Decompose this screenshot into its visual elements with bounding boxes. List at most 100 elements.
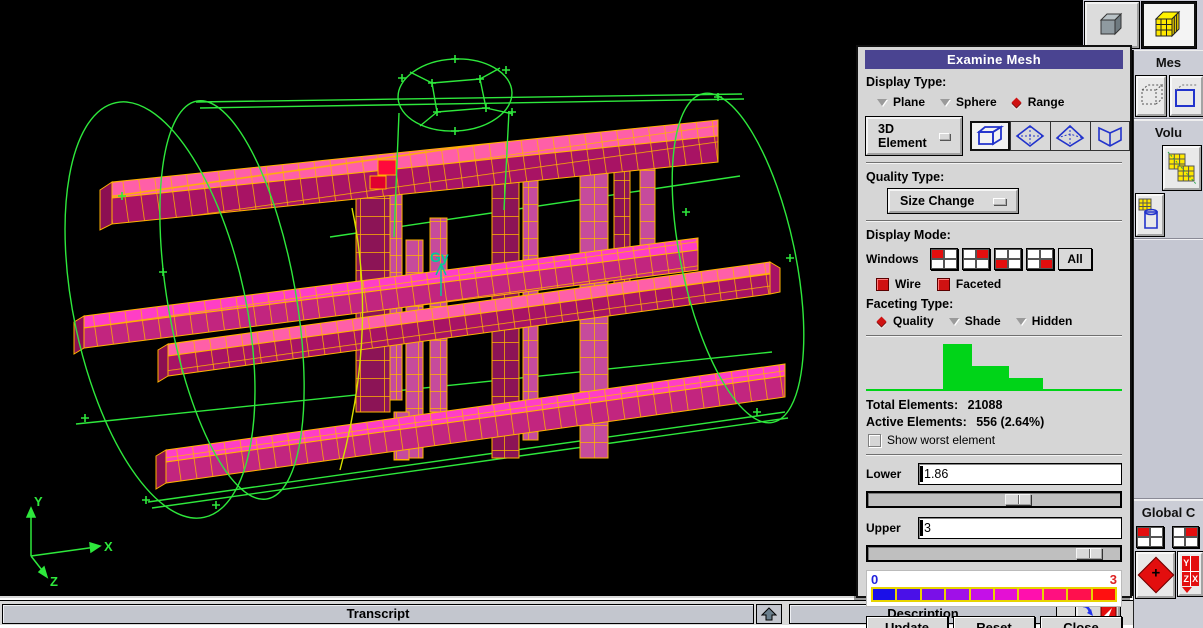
lower-value: 1.86 <box>924 467 948 481</box>
display-type-options: Plane Sphere Range <box>876 95 1122 109</box>
element-shape-buttons <box>970 121 1130 151</box>
quality-type-menu[interactable]: Size Change <box>888 189 1018 213</box>
quality-type-value: Size Change <box>900 194 974 208</box>
upper-slider[interactable] <box>866 545 1122 562</box>
colorbar-segment <box>1068 589 1092 600</box>
mesh-cube-button[interactable] <box>1142 2 1196 48</box>
window-quadrant-button-bl[interactable] <box>994 248 1022 270</box>
close-button[interactable]: Close <box>1040 616 1122 628</box>
text-cursor <box>920 466 923 482</box>
quadrant-cell <box>963 249 976 259</box>
wedge-element-button[interactable] <box>1090 121 1130 151</box>
quadrant-cell <box>1008 249 1021 259</box>
plane-radio-label[interactable]: Plane <box>893 95 925 109</box>
display-mode-label: Display Mode: <box>866 228 1122 242</box>
range-radio[interactable] <box>1011 97 1022 108</box>
window-quadrant-button-tl[interactable] <box>1136 526 1164 548</box>
range-radio-label[interactable]: Range <box>1028 95 1065 109</box>
transcript-header[interactable]: Transcript <box>2 604 754 624</box>
geometry-cube-button[interactable] <box>1085 2 1139 48</box>
axis-x-label: X <box>104 539 113 554</box>
axis-triad: Y X Z <box>27 494 113 589</box>
histogram-bar <box>1009 378 1042 390</box>
upper-slider-handle[interactable] <box>1076 548 1102 559</box>
quadrant-cell <box>1150 537 1163 547</box>
quadrant-cell <box>1040 259 1053 269</box>
faceted-checkbox-label[interactable]: Faceted <box>956 277 1001 291</box>
mesh-section-title: Mes <box>1134 50 1203 74</box>
show-worst-checkbox[interactable] <box>868 434 881 447</box>
svg-text:Gy: Gy <box>430 249 449 265</box>
show-worst-label[interactable]: Show worst element <box>887 433 995 447</box>
face-mesh-button[interactable] <box>1170 76 1203 116</box>
quadrant-cell <box>944 249 957 259</box>
dashed-cube-button[interactable] <box>1136 76 1166 116</box>
quadrant-cell <box>1027 249 1040 259</box>
plane-radio[interactable] <box>876 97 887 108</box>
quadrant-cell <box>1008 259 1021 269</box>
lower-input[interactable]: 1.86 <box>918 463 1122 485</box>
quadrant-cell <box>963 259 976 269</box>
colorbar-segment <box>873 589 897 600</box>
quadrant-cell <box>944 259 957 269</box>
wire-checkbox-label[interactable]: Wire <box>895 277 921 291</box>
axis-orient-button[interactable]: YZX <box>1178 552 1203 596</box>
lower-slider[interactable] <box>866 491 1122 508</box>
hidden-radio[interactable] <box>1015 316 1026 327</box>
wedge-element-icon <box>1095 124 1125 148</box>
lower-slider-handle[interactable] <box>1005 494 1031 505</box>
axis-yzx-icon: YZX <box>1182 556 1199 586</box>
meshed-squares-icon <box>1166 150 1198 186</box>
global-control-section-title: Global C <box>1134 500 1203 524</box>
volume-mesh-button[interactable] <box>1163 146 1201 190</box>
tet-element-button[interactable] <box>1010 121 1050 151</box>
colorbar <box>871 587 1117 602</box>
sphere-radio-label[interactable]: Sphere <box>956 95 997 109</box>
lower-label: Lower <box>866 467 910 481</box>
fit-view-button[interactable] <box>1136 552 1175 598</box>
colorbar-segment <box>995 589 1019 600</box>
update-button[interactable]: Update <box>866 616 948 628</box>
reset-button[interactable]: Reset <box>953 616 1035 628</box>
hidden-radio-label[interactable]: Hidden <box>1032 314 1073 328</box>
all-windows-button[interactable]: All <box>1058 248 1092 270</box>
window-quadrant-button-tl[interactable] <box>930 248 958 270</box>
meshed-cube-icon <box>1150 6 1188 44</box>
window-quadrant-button-tr[interactable] <box>962 248 990 270</box>
axis-y-label: Y <box>34 494 43 509</box>
face-square-icon <box>1172 82 1200 110</box>
pyramid-element-button[interactable] <box>1050 121 1090 151</box>
quality-radio[interactable] <box>876 316 887 327</box>
quality-radio-label[interactable]: Quality <box>893 314 934 328</box>
windows-label: Windows <box>866 252 930 266</box>
total-elements-value: 21088 <box>968 398 1003 412</box>
up-arrow-icon <box>761 607 777 621</box>
shade-radio[interactable] <box>948 316 959 327</box>
tet-element-icon <box>1015 124 1045 148</box>
element-type-value: 3D Element <box>878 122 929 150</box>
colorbar-segment <box>946 589 970 600</box>
active-elements-label: Active Elements: <box>866 415 967 429</box>
upper-input[interactable]: 3 <box>918 517 1122 539</box>
quality-histogram <box>866 341 1122 395</box>
window-quadrant-buttons <box>930 248 1058 270</box>
option-menu-icon <box>939 133 949 140</box>
examine-mesh-dialog: Examine Mesh Display Type: Plane Sphere … <box>856 45 1132 598</box>
window-quadrant-button-tr[interactable] <box>1172 526 1200 548</box>
faceted-checkbox[interactable] <box>937 278 950 291</box>
dialog-title[interactable]: Examine Mesh <box>865 50 1123 69</box>
element-type-menu[interactable]: 3D Element <box>866 117 962 155</box>
faceting-type-label: Faceting Type: <box>866 297 1122 311</box>
histogram-bar <box>943 344 972 390</box>
display-type-label: Display Type: <box>866 75 1122 89</box>
volume-cylinder-button[interactable] <box>1136 194 1164 236</box>
shade-radio-label[interactable]: Shade <box>965 314 1001 328</box>
hex-element-button[interactable] <box>970 121 1010 151</box>
expand-transcript-button[interactable] <box>756 604 782 624</box>
dropdown-arrow-icon <box>1182 587 1192 593</box>
wire-checkbox[interactable] <box>876 278 889 291</box>
window-quadrant-button-br[interactable] <box>1026 248 1054 270</box>
sphere-radio[interactable] <box>939 97 950 108</box>
quadrant-cell <box>976 259 989 269</box>
quadrant-cell <box>1173 527 1186 537</box>
